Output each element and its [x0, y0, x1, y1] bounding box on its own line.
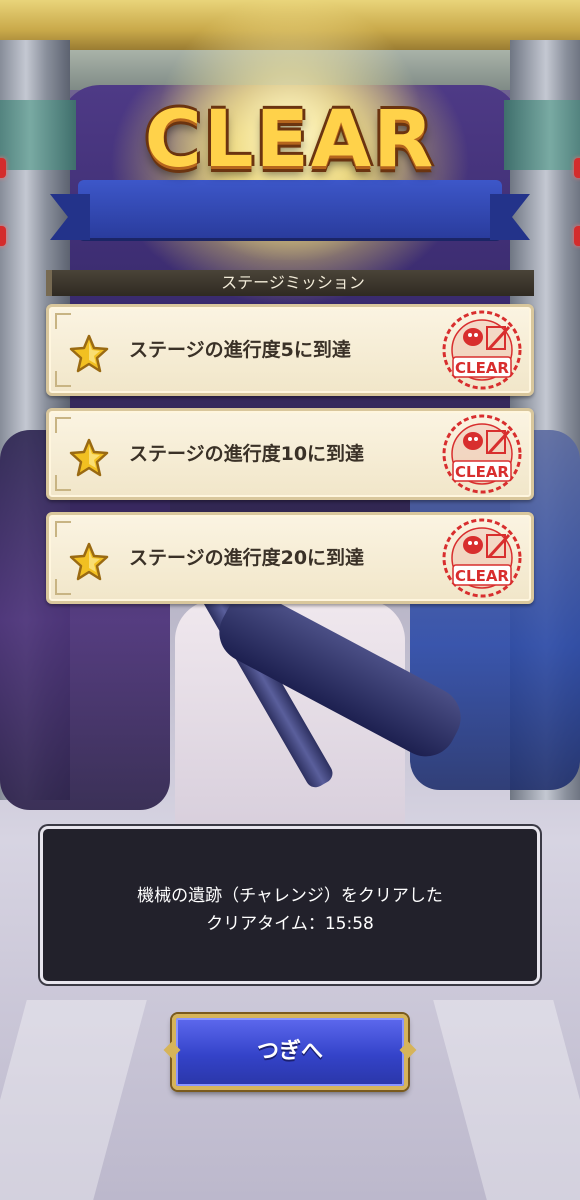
clear-stamp-icon: CLEAR — [442, 310, 522, 390]
star-icon — [69, 334, 109, 373]
stamp-text: CLEAR — [455, 359, 509, 377]
mission-label: ステージの進行度20に到達 — [129, 547, 365, 569]
clear-message: 機械の遺跡（チャレンジ）をクリアした — [137, 886, 443, 906]
mission-label: ステージの進行度10に到達 — [129, 443, 365, 465]
star-icon — [69, 438, 109, 477]
stage-mission-header: ステージミッション — [46, 270, 534, 296]
title-ribbon — [78, 180, 502, 238]
stamp-text: CLEAR — [455, 463, 509, 481]
next-button[interactable]: つぎへ — [163, 1014, 417, 1090]
mission-label: ステージの進行度5に到達 — [129, 339, 351, 361]
mission-item: ステージの進行度5に到達 CLEAR — [46, 304, 534, 396]
result-dialog: 機械の遺跡（チャレンジ）をクリアした クリアタイム：15:58 — [40, 826, 540, 984]
mission-item: ステージの進行度20に到達 CLEAR — [46, 512, 534, 604]
clear-title: CLEAR — [144, 95, 436, 185]
next-button-label: つぎへ — [256, 1039, 323, 1064]
star-icon — [69, 542, 109, 581]
mission-item: ステージの進行度10に到達 CLEAR — [46, 408, 534, 500]
stamp-text: CLEAR — [455, 567, 509, 585]
clear-time: クリアタイム：15:58 — [206, 914, 374, 934]
clear-stamp-icon: CLEAR — [442, 518, 522, 598]
clear-stamp-icon: CLEAR — [442, 414, 522, 494]
